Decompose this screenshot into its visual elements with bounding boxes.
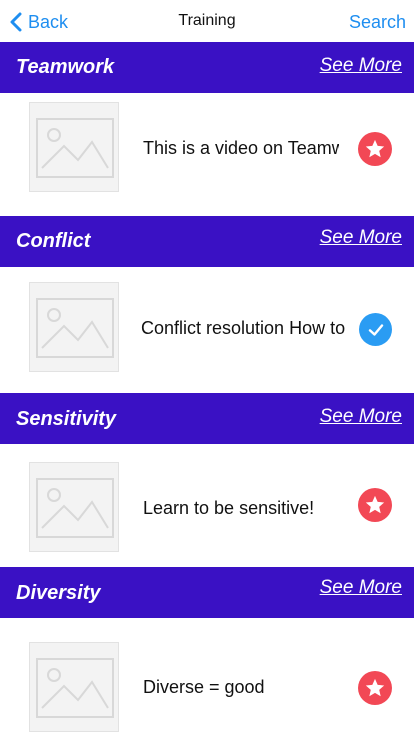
image-placeholder-icon xyxy=(36,118,114,178)
item-description: This is a video on Teamwork xyxy=(143,138,339,158)
search-button[interactable]: Search xyxy=(349,12,406,33)
list-item[interactable]: This is a video on Teamwork xyxy=(0,93,414,216)
item-description: Conflict resolution How to xyxy=(141,318,346,338)
video-thumbnail[interactable] xyxy=(29,282,119,372)
image-placeholder-icon xyxy=(36,658,114,718)
list-item[interactable]: Conflict resolution How to xyxy=(0,267,414,393)
video-thumbnail[interactable] xyxy=(29,102,119,192)
navigation-bar: Back Training Search xyxy=(0,0,414,42)
section-title: Conflict xyxy=(16,230,91,252)
section-title: Sensitivity xyxy=(16,408,117,430)
image-placeholder-icon xyxy=(36,298,114,358)
item-description: Diverse = good xyxy=(143,677,265,697)
item-description: Learn to be sensitive! xyxy=(143,498,315,518)
star-icon xyxy=(365,495,385,514)
section-header-diversity: Diversity See More xyxy=(0,567,414,618)
favorite-button[interactable] xyxy=(358,488,392,522)
list-item[interactable]: Learn to be sensitive! xyxy=(0,444,414,567)
see-more-link[interactable]: See More xyxy=(320,55,402,77)
section-title: Diversity xyxy=(16,582,101,604)
section-title: Teamwork xyxy=(16,56,115,78)
favorite-button[interactable] xyxy=(358,132,392,166)
check-icon xyxy=(368,323,383,336)
video-thumbnail[interactable] xyxy=(29,642,119,732)
list-item[interactable]: Diverse = good xyxy=(0,618,414,736)
section-header-teamwork: Teamwork See More xyxy=(0,42,414,93)
image-placeholder-icon xyxy=(36,478,114,538)
favorite-button[interactable] xyxy=(358,671,392,705)
section-header-sensitivity: Sensitivity See More xyxy=(0,393,414,444)
see-more-link[interactable]: See More xyxy=(320,227,402,249)
see-more-link[interactable]: See More xyxy=(320,406,402,428)
video-thumbnail[interactable] xyxy=(29,462,119,552)
see-more-link[interactable]: See More xyxy=(320,577,402,599)
section-header-conflict: Conflict See More xyxy=(0,216,414,267)
star-icon xyxy=(365,678,385,697)
star-icon xyxy=(365,139,385,158)
completed-button[interactable] xyxy=(359,313,392,346)
